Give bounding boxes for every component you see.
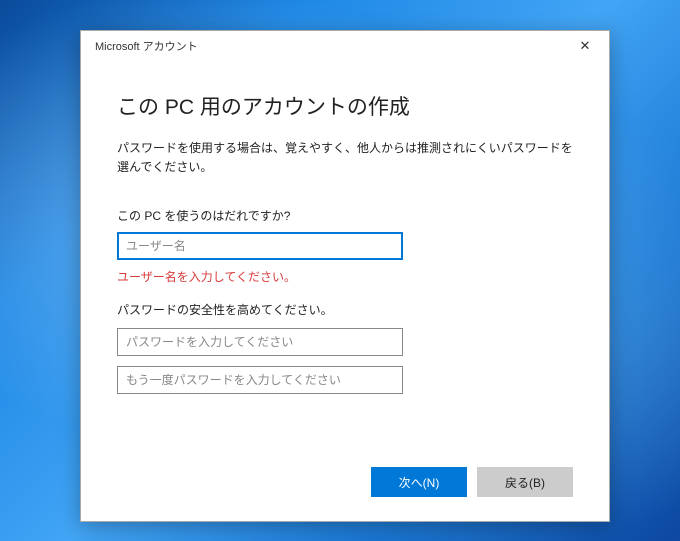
password-confirm-input[interactable] [117,366,403,394]
page-title: この PC 用のアカウントの作成 [117,91,573,121]
username-label: この PC を使うのはだれですか? [117,207,573,224]
button-bar: 次へ(N) 戻る(B) [371,467,573,497]
back-button[interactable]: 戻る(B) [477,467,573,497]
titlebar: Microsoft アカウント ✕ [81,31,609,61]
username-input[interactable] [117,232,403,260]
close-icon: ✕ [580,38,591,54]
password-section-label: パスワードの安全性を高めてください。 [117,301,573,318]
window-title: Microsoft アカウント [95,38,565,54]
next-button[interactable]: 次へ(N) [371,467,467,497]
description-text: パスワードを使用する場合は、覚えやすく、他人からは推測されにくいパスワードを選ん… [117,139,573,177]
username-error: ユーザー名を入力してください。 [117,268,573,285]
password-input[interactable] [117,328,403,356]
close-button[interactable]: ✕ [565,32,605,60]
account-creation-dialog: Microsoft アカウント ✕ この PC 用のアカウントの作成 パスワード… [80,30,610,522]
username-group: この PC を使うのはだれですか? ユーザー名を入力してください。 [117,207,573,285]
dialog-content: この PC 用のアカウントの作成 パスワードを使用する場合は、覚えやすく、他人か… [81,61,609,394]
